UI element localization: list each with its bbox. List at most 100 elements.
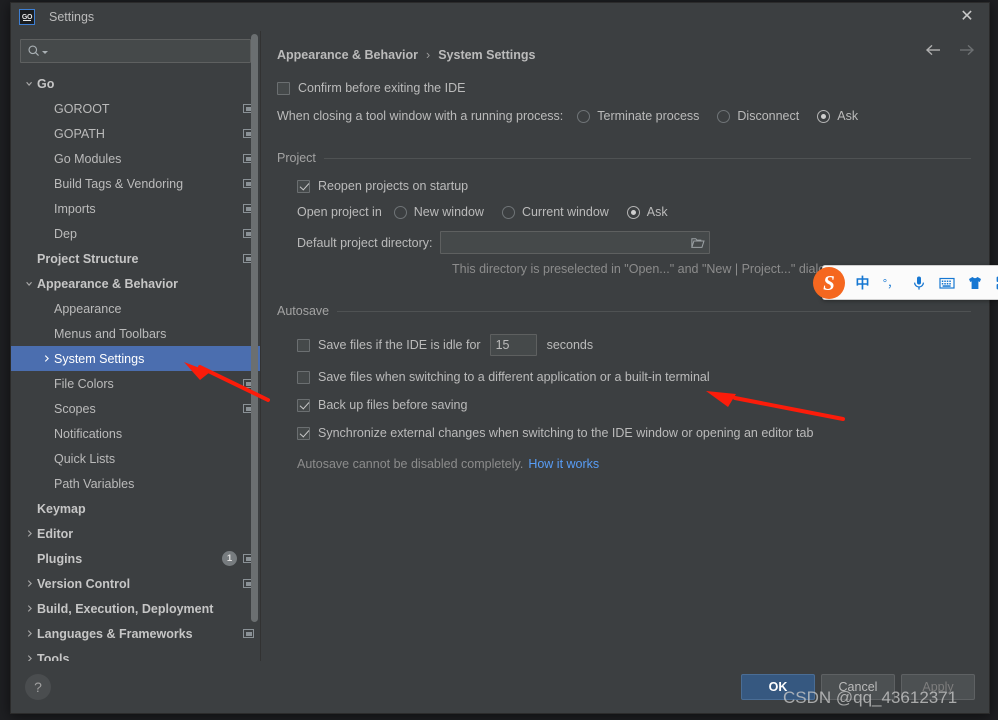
sidebar-item-goroot[interactable]: GOROOT <box>11 96 260 121</box>
sidebar-item-go-modules[interactable]: Go Modules <box>11 146 260 171</box>
autosave-checkbox-row[interactable]: Synchronize external changes when switch… <box>297 426 971 440</box>
sidebar-item-label: Build Tags & Vendoring <box>54 176 184 191</box>
chevron-right-icon[interactable] <box>21 626 37 642</box>
autosave-note-row: Autosave cannot be disabled completely. … <box>297 457 971 471</box>
folder-browse-icon[interactable] <box>691 237 706 249</box>
tree-twisty-empty <box>38 326 54 342</box>
open-project-in-row: Open project in New window Current window… <box>297 205 971 219</box>
search-box[interactable] <box>20 39 251 63</box>
tool-window-radio[interactable] <box>577 109 591 123</box>
autosave-checkbox[interactable] <box>297 398 310 412</box>
reopen-projects-label: Reopen projects on startup <box>318 179 469 193</box>
open-project-in-option[interactable]: Current window <box>501 205 609 219</box>
sidebar-item-menus-and-toolbars[interactable]: Menus and Toolbars <box>11 321 260 346</box>
sidebar-item-label: GOROOT <box>54 101 110 116</box>
sidebar-item-project-structure[interactable]: Project Structure <box>11 246 260 271</box>
screenshot-root: GO Settings ✕ Go GOROOT GOPATH Go Module… <box>0 0 998 720</box>
default-directory-field[interactable] <box>440 231 711 254</box>
sidebar-item-label: GOPATH <box>54 126 105 141</box>
search-dropdown-caret-icon[interactable] <box>42 51 48 54</box>
open-project-in-radio[interactable] <box>626 205 640 219</box>
open-project-in-radio-group[interactable]: New window Current window Ask <box>393 205 668 219</box>
reopen-projects-row[interactable]: Reopen projects on startup <box>297 179 971 193</box>
sidebar-item-quick-lists[interactable]: Quick Lists <box>11 446 260 471</box>
tool-window-radio-group[interactable]: Terminate process Disconnect Ask <box>577 109 858 123</box>
sidebar-item-plugins[interactable]: Plugins 1 <box>11 546 260 571</box>
sidebar-item-version-control[interactable]: Version Control <box>11 571 260 596</box>
sidebar-item-gopath[interactable]: GOPATH <box>11 121 260 146</box>
tool-window-radio[interactable] <box>817 109 831 123</box>
autosave-group-divider <box>337 310 971 312</box>
toolbox-icon[interactable] <box>993 272 998 294</box>
autosave-checkbox[interactable] <box>297 426 310 440</box>
tool-window-label: When closing a tool window with a runnin… <box>277 109 564 123</box>
autosave-checkbox-row[interactable]: Save files when switching to a different… <box>297 370 971 384</box>
autosave-checkbox[interactable] <box>297 370 310 384</box>
sidebar-item-build-execution-deployment[interactable]: Build, Execution, Deployment <box>11 596 260 621</box>
search-input[interactable] <box>52 43 244 59</box>
tool-window-option[interactable]: Terminate process <box>577 109 699 123</box>
tool-window-option[interactable]: Disconnect <box>717 109 799 123</box>
sidebar-item-label: File Colors <box>54 376 114 391</box>
sidebar-item-keymap[interactable]: Keymap <box>11 496 260 521</box>
idle-seconds-input[interactable]: 15 <box>489 334 537 356</box>
idle-autosave-label-after: seconds <box>546 338 594 352</box>
microphone-icon[interactable] <box>909 272 928 294</box>
sidebar-item-label: Appearance <box>54 301 122 316</box>
punctuation-mode-icon[interactable]: °， <box>881 272 900 294</box>
autosave-group-header: Autosave <box>277 304 971 318</box>
reopen-projects-checkbox[interactable] <box>297 179 310 193</box>
open-project-in-radio[interactable] <box>393 205 407 219</box>
idle-autosave-row[interactable]: Save files if the IDE is idle for 15 sec… <box>297 334 971 356</box>
sidebar-scrollbar[interactable] <box>251 34 258 647</box>
close-icon[interactable]: ✕ <box>945 3 989 31</box>
sidebar-item-file-colors[interactable]: File Colors <box>11 371 260 396</box>
open-project-in-option[interactable]: New window <box>393 205 484 219</box>
chevron-right-icon[interactable] <box>21 526 37 542</box>
autosave-checkbox-row[interactable]: Back up files before saving <box>297 398 971 412</box>
sidebar-item-imports[interactable]: Imports <box>11 196 260 221</box>
chevron-right-icon[interactable] <box>21 576 37 592</box>
forward-arrow-icon[interactable] <box>958 43 975 57</box>
sidebar-item-dep[interactable]: Dep <box>11 221 260 246</box>
skin-icon[interactable] <box>965 272 984 294</box>
how-it-works-link[interactable]: How it works <box>528 457 599 471</box>
search-container <box>11 31 260 69</box>
open-project-in-option-label: New window <box>413 205 484 219</box>
sidebar-item-editor[interactable]: Editor <box>11 521 260 546</box>
back-arrow-icon[interactable] <box>925 43 942 57</box>
tree-twisty-empty <box>38 451 54 467</box>
tool-window-option[interactable]: Ask <box>817 109 858 123</box>
sogou-logo-icon[interactable]: S <box>813 267 845 299</box>
sidebar-item-system-settings[interactable]: System Settings <box>11 346 260 371</box>
sidebar-item-path-variables[interactable]: Path Variables <box>11 471 260 496</box>
sidebar-item-tools[interactable]: Tools <box>11 646 260 661</box>
sidebar-item-notifications[interactable]: Notifications <box>11 421 260 446</box>
keyboard-icon[interactable] <box>937 272 956 294</box>
chevron-down-icon[interactable] <box>21 276 37 292</box>
confirm-exit-checkbox[interactable] <box>277 81 290 95</box>
chevron-down-icon[interactable] <box>21 76 37 92</box>
open-project-in-option[interactable]: Ask <box>626 205 668 219</box>
tool-window-option-label: Terminate process <box>597 109 700 123</box>
sidebar-item-scopes[interactable]: Scopes <box>11 396 260 421</box>
help-button[interactable]: ? <box>25 674 51 700</box>
sogou-ime-toolbar[interactable]: S 中 °， <box>813 265 998 300</box>
breadcrumb-parent[interactable]: Appearance & Behavior <box>277 48 418 62</box>
sidebar-item-appearance-behavior[interactable]: Appearance & Behavior <box>11 271 260 296</box>
confirm-exit-row[interactable]: Confirm before exiting the IDE <box>277 81 971 95</box>
sidebar-item-languages-frameworks[interactable]: Languages & Frameworks <box>11 621 260 646</box>
open-project-in-radio[interactable] <box>501 205 515 219</box>
sidebar-item-build-tags-vendoring[interactable]: Build Tags & Vendoring <box>11 171 260 196</box>
tool-window-radio[interactable] <box>717 109 731 123</box>
chinese-mode-icon[interactable]: 中 <box>853 272 872 294</box>
chevron-right-icon[interactable] <box>21 601 37 617</box>
settings-tree[interactable]: Go GOROOT GOPATH Go Modules Build Tags & Ven… <box>11 69 260 661</box>
sidebar-item-go[interactable]: Go <box>11 71 260 96</box>
idle-autosave-checkbox[interactable] <box>297 338 310 352</box>
chevron-right-icon[interactable] <box>21 651 37 661</box>
chevron-right-icon[interactable] <box>38 351 54 367</box>
sidebar-item-appearance[interactable]: Appearance <box>11 296 260 321</box>
tool-window-option-label: Disconnect <box>737 109 800 123</box>
sidebar-scrollbar-thumb[interactable] <box>251 34 258 623</box>
